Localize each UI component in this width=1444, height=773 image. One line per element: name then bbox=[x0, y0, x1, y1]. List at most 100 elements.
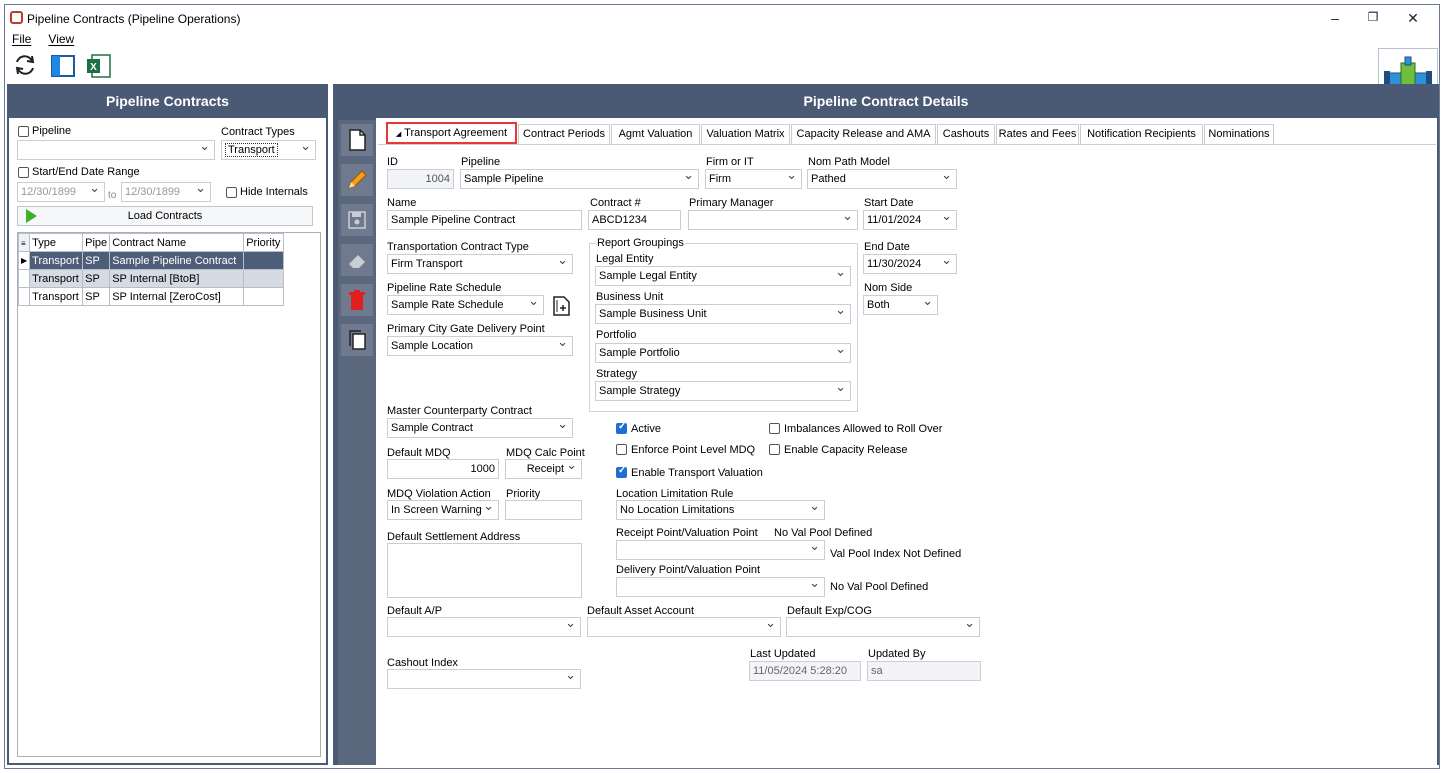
tab-capacity-release[interactable]: Capacity Release and AMA bbox=[791, 124, 936, 144]
table-row[interactable]: Transport SP SP Internal [ZeroCost] bbox=[17, 287, 285, 306]
enforce-mdq-label: Enforce Point Level MDQ bbox=[631, 444, 756, 456]
settlement-label: Default Settlement Address bbox=[387, 531, 521, 543]
active-checkbox[interactable] bbox=[616, 421, 627, 434]
start-date-filter[interactable]: 12/30/1899 bbox=[17, 182, 105, 202]
pipeline-filter-select[interactable] bbox=[17, 140, 215, 160]
location-rule-label: Location Limitation Rule bbox=[616, 488, 734, 500]
start-date-field[interactable]: 11/01/2024 bbox=[863, 210, 957, 230]
portfolio-label: Portfolio bbox=[596, 329, 637, 341]
rate-schedule-select[interactable]: Sample Rate Schedule bbox=[387, 295, 544, 315]
tab-nominations[interactable]: Nominations bbox=[1204, 124, 1274, 144]
exp-cog-select[interactable] bbox=[786, 617, 980, 637]
last-updated-field: 11/05/2024 5:28:20 bbox=[749, 661, 861, 681]
settlement-address-field[interactable] bbox=[387, 543, 582, 598]
minimize-icon[interactable]: – bbox=[1325, 10, 1345, 26]
nom-path-label: Nom Path Model bbox=[808, 156, 890, 168]
mdq-violation-select[interactable]: In Screen Warning bbox=[387, 500, 499, 520]
date-range-checkbox[interactable] bbox=[18, 167, 29, 178]
contract-no-field[interactable]: ABCD1234 bbox=[588, 210, 681, 230]
save-disk-icon bbox=[348, 211, 366, 229]
city-gate-select[interactable]: Sample Location bbox=[387, 336, 573, 356]
table-row[interactable]: ▶ Transport SP Sample Pipeline Contract bbox=[17, 251, 285, 270]
tab-divider bbox=[378, 144, 1436, 145]
pipeline-filter-label: Pipeline bbox=[32, 125, 72, 137]
legal-entity-select[interactable]: Sample Legal Entity bbox=[595, 266, 851, 286]
imbalances-label: Imbalances Allowed to Roll Over bbox=[784, 423, 943, 435]
tab-transport-agreement[interactable]: ◢ Transport Agreement bbox=[386, 122, 517, 144]
enable-valuation-checkbox[interactable] bbox=[616, 465, 627, 478]
copy-button[interactable] bbox=[341, 324, 373, 356]
col-contract-name[interactable]: Contract Name bbox=[109, 233, 245, 252]
tab-contract-periods[interactable]: Contract Periods bbox=[518, 124, 610, 144]
updated-by-label: Updated By bbox=[868, 648, 926, 660]
excel-export-icon[interactable]: X bbox=[86, 53, 112, 79]
cashout-index-select[interactable] bbox=[387, 669, 581, 689]
add-rate-schedule-icon[interactable] bbox=[549, 294, 573, 318]
primary-manager-label: Primary Manager bbox=[689, 197, 774, 209]
updated-by-field: sa bbox=[867, 661, 981, 681]
mdq-calc-select[interactable]: Receipt bbox=[505, 459, 582, 479]
rate-schedule-label: Pipeline Rate Schedule bbox=[387, 282, 502, 294]
default-ap-select[interactable] bbox=[387, 617, 581, 637]
edit-button[interactable] bbox=[341, 164, 373, 196]
location-rule-select[interactable]: No Location Limitations bbox=[616, 500, 825, 520]
col-priority[interactable]: Priority bbox=[243, 233, 285, 252]
default-mdq-field[interactable]: 1000 bbox=[387, 459, 499, 479]
hide-internals-checkbox[interactable] bbox=[226, 187, 237, 198]
nom-side-select[interactable]: Both bbox=[863, 295, 938, 315]
strategy-label: Strategy bbox=[596, 368, 637, 380]
priority-field[interactable] bbox=[505, 500, 582, 520]
new-button[interactable] bbox=[341, 124, 373, 156]
portfolio-select[interactable]: Sample Portfolio bbox=[595, 343, 851, 363]
tab-rates-fees[interactable]: Rates and Fees bbox=[996, 124, 1079, 144]
transport-type-select[interactable]: Firm Transport bbox=[387, 254, 573, 274]
pipeline-checkbox[interactable] bbox=[18, 126, 29, 137]
tab-notification-recipients[interactable]: Notification Recipients bbox=[1080, 124, 1203, 144]
cell-pipe: SP bbox=[82, 287, 111, 306]
imbalances-checkbox[interactable] bbox=[769, 423, 780, 434]
enable-capacity-checkbox[interactable] bbox=[769, 444, 780, 455]
restore-icon[interactable]: ❐ bbox=[1363, 10, 1383, 24]
business-unit-select[interactable]: Sample Business Unit bbox=[595, 304, 851, 324]
name-field[interactable]: Sample Pipeline Contract bbox=[387, 210, 582, 230]
no-val-pool-delivery: No Val Pool Defined bbox=[830, 581, 929, 593]
delivery-point-select[interactable] bbox=[616, 577, 825, 597]
menu-file[interactable]: File bbox=[12, 32, 31, 46]
no-val-pool-receipt: No Val Pool Defined bbox=[774, 527, 873, 539]
clear-button[interactable] bbox=[341, 244, 373, 276]
strategy-select[interactable]: Sample Strategy bbox=[595, 381, 851, 401]
tab-valuation-matrix[interactable]: Valuation Matrix bbox=[701, 124, 790, 144]
menu-view[interactable]: View bbox=[48, 32, 74, 46]
pencil-icon bbox=[348, 170, 367, 189]
tab-cashouts[interactable]: Cashouts bbox=[937, 124, 995, 144]
row-selector-header[interactable]: ≡ bbox=[17, 233, 31, 252]
refresh-icon[interactable] bbox=[12, 52, 38, 78]
receipt-point-select[interactable] bbox=[616, 540, 825, 560]
close-icon[interactable]: ✕ bbox=[1403, 10, 1423, 27]
end-date-field[interactable]: 11/30/2024 bbox=[863, 254, 957, 274]
tab-agmt-valuation[interactable]: Agmt Valuation bbox=[611, 124, 700, 144]
delete-button[interactable] bbox=[341, 284, 373, 316]
table-row[interactable]: Transport SP SP Internal [BtoB] bbox=[17, 269, 285, 288]
load-contracts-button[interactable]: Load Contracts bbox=[17, 206, 313, 226]
pipeline-label: Pipeline bbox=[461, 156, 501, 168]
enforce-mdq-checkbox[interactable] bbox=[616, 444, 627, 455]
pipeline-select[interactable]: Sample Pipeline bbox=[460, 169, 699, 189]
firm-it-label: Firm or IT bbox=[706, 156, 754, 168]
master-cp-select[interactable]: Sample Contract bbox=[387, 418, 573, 438]
contract-type-value: Transport bbox=[225, 143, 278, 157]
end-date-filter[interactable]: 12/30/1899 bbox=[121, 182, 211, 202]
nom-path-select[interactable]: Pathed bbox=[807, 169, 957, 189]
left-panel-title: Pipeline Contracts bbox=[106, 93, 229, 109]
asset-account-select[interactable] bbox=[587, 617, 781, 637]
panel-layout-icon[interactable] bbox=[50, 53, 76, 79]
col-type[interactable]: Type bbox=[29, 233, 84, 252]
col-pipe[interactable]: Pipe bbox=[82, 233, 111, 252]
save-button[interactable] bbox=[341, 204, 373, 236]
val-pool-index-text: Val Pool Index Not Defined bbox=[830, 548, 962, 560]
contract-types-select[interactable]: Transport bbox=[221, 140, 316, 160]
primary-manager-select[interactable] bbox=[688, 210, 858, 230]
cell-contract-name: SP Internal [ZeroCost] bbox=[109, 287, 245, 306]
left-panel-body: Pipeline Contract Types Transport Start/… bbox=[9, 118, 326, 763]
firm-it-select[interactable]: Firm bbox=[705, 169, 802, 189]
